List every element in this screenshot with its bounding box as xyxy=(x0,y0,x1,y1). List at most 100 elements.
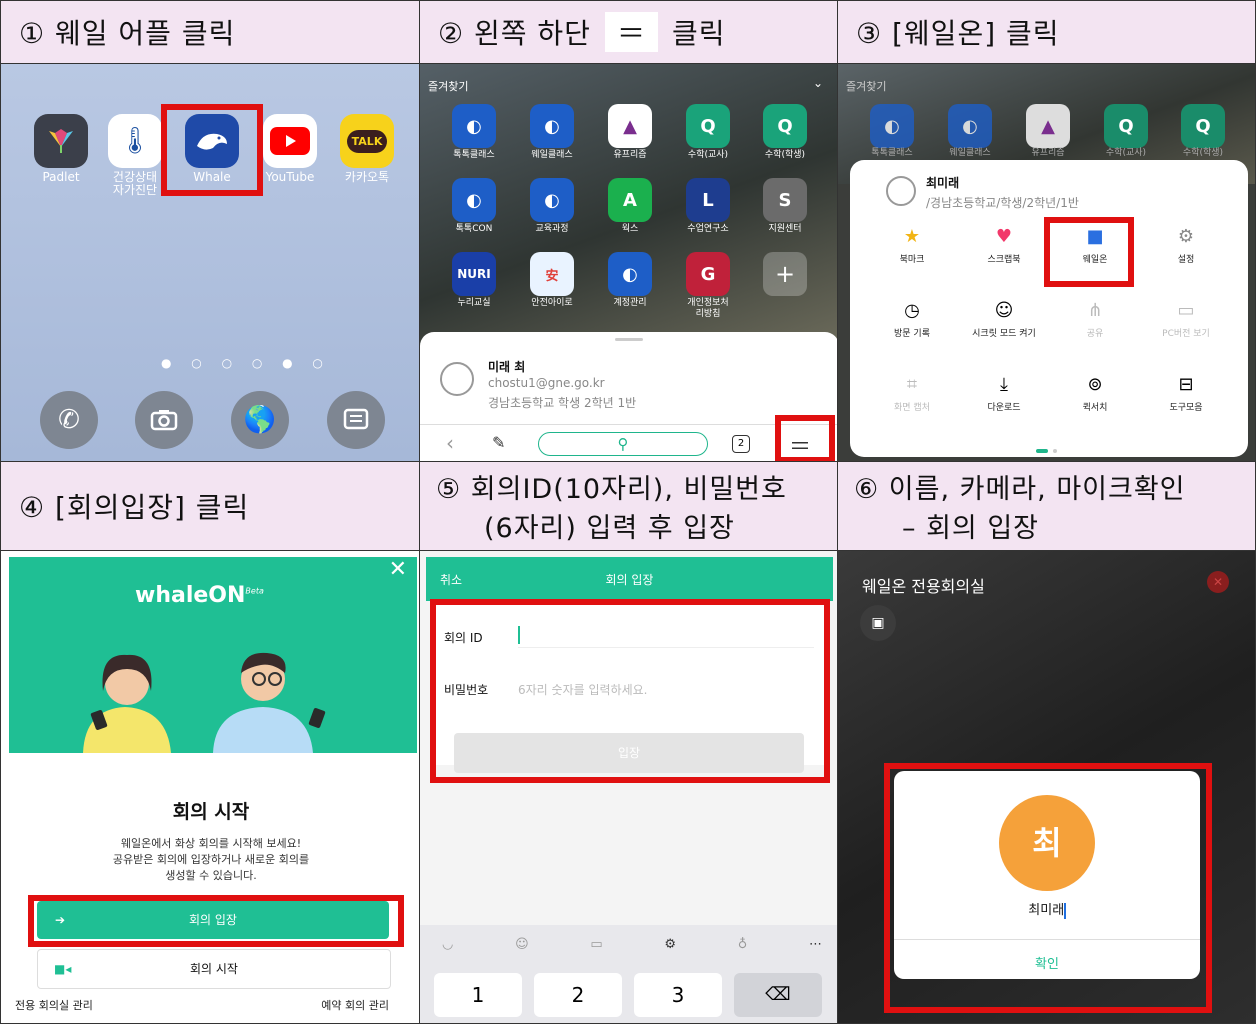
step4-screenshot: ✕ whaleONBeta 회의 시작 웨일온에서 화상 회의를 시작해 보세요… xyxy=(0,550,420,1024)
add-tile-icon[interactable]: + xyxy=(763,252,807,296)
capture-item[interactable]: ⌗ 화면 캡처 xyxy=(872,374,952,413)
whale-tile-icon[interactable]: ◐ xyxy=(530,104,574,148)
tile-label: 웨일클래스 xyxy=(949,148,991,158)
sticker-icon[interactable]: ◡ xyxy=(442,937,453,952)
settings-item[interactable]: ⚙ 설정 xyxy=(1146,226,1226,265)
mic-icon[interactable]: ♁ xyxy=(738,937,748,952)
step2-title-end: 클릭 xyxy=(671,17,726,50)
tile-label: 교육과정 xyxy=(535,224,569,234)
menu-label: 북마크 xyxy=(899,255,925,265)
back-icon[interactable]: ‹ xyxy=(446,431,454,455)
whale-tile-icon[interactable]: ◐ xyxy=(452,178,496,222)
user-school: 경남초등학교 학생 2학년 1반 xyxy=(488,396,637,410)
step3-screenshot: 즐겨찾기 ◐ ◐ ▲ Q Q 톡톡클래스 웨일클래스 유프리즘 수학(교사) 수… xyxy=(837,63,1256,462)
bookmark-item[interactable]: ★ 북마크 xyxy=(872,226,952,265)
user-info: /경남초등학교/학생/2학년/1반 xyxy=(926,196,1079,210)
history-item[interactable]: ◷ 방문 기록 xyxy=(872,300,952,339)
thermometer-icon[interactable]: 🌡 xyxy=(108,114,162,168)
pc-version-item[interactable]: ▭ PC버전 보기 xyxy=(1146,300,1226,339)
phone-icon[interactable]: ✆ xyxy=(40,391,98,449)
star-icon: ★ xyxy=(903,226,921,247)
whale-tile-icon[interactable]: ◐ xyxy=(948,104,992,148)
tile-label: 수학(교사) xyxy=(687,150,729,160)
meeting-desc-3: 생성할 수 있습니다. xyxy=(165,869,257,882)
secret-icon: ☺ xyxy=(994,300,1014,321)
whaleon-banner: ✕ whaleONBeta xyxy=(9,557,417,753)
key-1[interactable]: 1 xyxy=(434,973,522,1017)
whale-tile-icon[interactable]: ◐ xyxy=(530,178,574,222)
key-3[interactable]: 3 xyxy=(634,973,722,1017)
step3-header: ③ [웨일온] 클릭 xyxy=(837,0,1256,64)
menu-page-indicator xyxy=(1036,438,1062,453)
q-tile-icon[interactable]: Q xyxy=(763,104,807,148)
user-email: chostu1@gne.go.kr xyxy=(488,376,605,390)
tutorial-grid: ① 웨일 어플 클릭 ② 왼쪽 하단 ＝ 클릭 ③ [웨일온] 클릭 🌡 TAL… xyxy=(0,0,1256,1024)
q-tile-icon[interactable]: Q xyxy=(686,104,730,148)
collapse-chevron-icon[interactable]: ⌄ xyxy=(813,76,823,90)
secret-mode-item[interactable]: ☺ 시크릿 모드 켜기 xyxy=(964,300,1044,339)
highlight-whaleon xyxy=(1044,217,1134,287)
tile-label: 유프리즘 xyxy=(613,150,647,160)
highlight-join-form xyxy=(430,599,830,783)
message-icon[interactable] xyxy=(327,391,385,449)
start-meeting-button[interactable]: ■◂ 회의 시작 xyxy=(37,949,391,989)
whale-tile-icon[interactable]: ◐ xyxy=(608,252,652,296)
q-tile-icon[interactable]: Q xyxy=(1181,104,1225,148)
whale-tile-icon[interactable]: ◐ xyxy=(452,104,496,148)
padlet-icon[interactable] xyxy=(34,114,88,168)
nuri-tile-icon[interactable]: NURI xyxy=(452,252,496,296)
highlight-menu xyxy=(775,415,835,461)
step2-key: ＝ xyxy=(604,12,658,52)
q-tile-icon[interactable]: Q xyxy=(1104,104,1148,148)
s-tile-icon[interactable]: S xyxy=(763,178,807,222)
join-topbar: 취소 회의 입장 xyxy=(426,557,833,601)
a-tile-icon[interactable]: A xyxy=(608,178,652,222)
tile-label: 톡톡클래스 xyxy=(453,150,495,160)
download-item[interactable]: ⤓ 다운로드 xyxy=(964,374,1044,413)
image-icon[interactable]: ▣ xyxy=(860,605,896,641)
toolbox-item[interactable]: ⊟ 도구모음 xyxy=(1146,374,1226,413)
youtube-icon[interactable] xyxy=(263,114,317,168)
close-icon[interactable]: ✕ xyxy=(1207,571,1229,593)
beta-badge: Beta xyxy=(245,586,264,596)
gif-icon[interactable]: ▭ xyxy=(590,937,602,952)
share-item[interactable]: ⋔ 공유 xyxy=(1055,300,1135,339)
menu-label: PC버전 보기 xyxy=(1162,329,1210,339)
backspace-icon[interactable]: ⌫ xyxy=(734,973,822,1017)
safety-tile-icon[interactable]: 安 xyxy=(530,252,574,296)
key-2[interactable]: 2 xyxy=(534,973,622,1017)
quicksearch-item[interactable]: ⊚ 퀵서치 xyxy=(1055,374,1135,413)
globe-icon[interactable]: 🌎 xyxy=(231,391,289,449)
monitor-icon: ▭ xyxy=(1177,300,1195,321)
emoji-icon[interactable]: ☺ xyxy=(515,937,529,952)
step4-header: ④ [회의입장] 클릭 xyxy=(0,461,420,551)
more-icon[interactable]: ⋯ xyxy=(809,937,822,952)
uprism-icon[interactable]: ▲ xyxy=(608,104,652,148)
camera-icon[interactable] xyxy=(135,391,193,449)
scrapbook-item[interactable]: ♥ 스크랩북 xyxy=(964,226,1044,265)
room-title: 웨일온 전용회의실 xyxy=(862,577,985,596)
leaf-icon[interactable]: ✎ xyxy=(492,433,505,452)
reserve-manage-link[interactable]: 예약 회의 관리 xyxy=(321,997,389,1013)
gear-icon[interactable]: ⚙ xyxy=(664,937,676,952)
kakaotalk-icon[interactable]: TALK xyxy=(340,114,394,168)
whaleon-logo: whaleONBeta xyxy=(135,583,264,608)
sheet-handle xyxy=(615,338,643,341)
menu-label: 화면 캡처 xyxy=(894,403,930,413)
highlight-name-dialog xyxy=(884,763,1212,1013)
uprism-icon[interactable]: ▲ xyxy=(1026,104,1070,148)
room-manage-link[interactable]: 전용 회의실 관리 xyxy=(15,997,93,1013)
tab-count[interactable]: 2 xyxy=(732,435,750,453)
g-tile-icon[interactable]: G xyxy=(686,252,730,296)
capture-icon: ⌗ xyxy=(906,374,918,395)
step1-header: ① 웨일 어플 클릭 xyxy=(0,0,420,64)
menu-label: 스크랩북 xyxy=(987,255,1021,265)
whale-tile-icon[interactable]: ◐ xyxy=(870,104,914,148)
start-label: 회의 시작 xyxy=(190,962,238,976)
search-bar[interactable]: ⚲ xyxy=(538,432,708,456)
tile-label: 웍스 xyxy=(621,224,639,234)
avatar-icon xyxy=(440,362,474,396)
close-icon[interactable]: ✕ xyxy=(389,557,407,582)
meeting-desc-1: 웨일온에서 화상 회의를 시작해 보세요! xyxy=(120,837,302,850)
l-tile-icon[interactable]: L xyxy=(686,178,730,222)
